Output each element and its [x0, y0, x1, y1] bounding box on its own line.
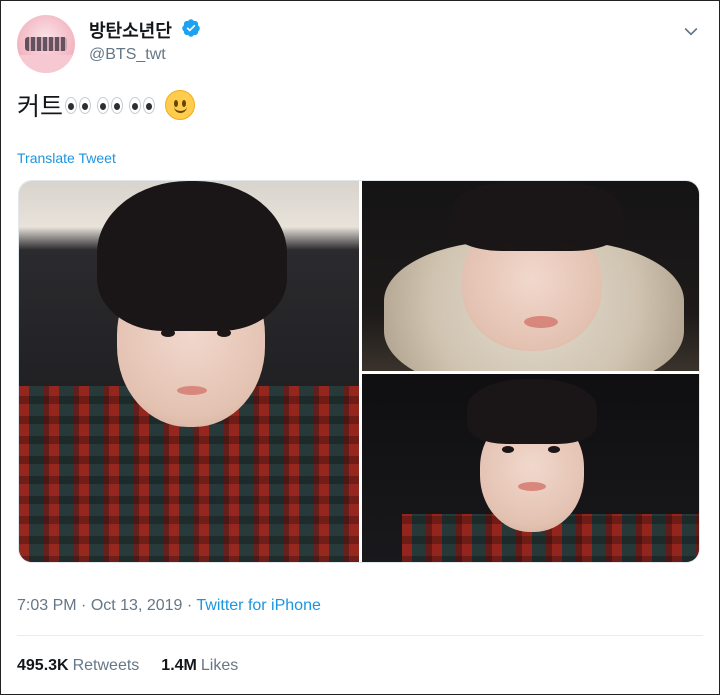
translate-tweet-link[interactable]: Translate Tweet: [17, 150, 116, 166]
retweets-count: 495.3K: [17, 657, 69, 674]
retweets-label: Retweets: [72, 657, 140, 674]
engagement-stats: 495.3K Retweets 1.4M Likes: [17, 657, 238, 675]
photo-1[interactable]: [19, 181, 359, 562]
tweet-text-body: 커트: [17, 93, 64, 121]
likes-label: Likes: [200, 657, 239, 674]
tweet-source-link[interactable]: Twitter for iPhone: [196, 597, 321, 614]
tweet-date[interactable]: Oct 13, 2019: [91, 597, 183, 614]
retweets-stat[interactable]: 495.3K Retweets: [17, 657, 139, 675]
tweet-time[interactable]: 7:03 PM: [17, 597, 77, 614]
user-handle[interactable]: @BTS_twt: [89, 46, 166, 64]
verified-badge-icon: [182, 19, 200, 37]
photo-3[interactable]: [362, 374, 699, 562]
eyes-icon: [129, 96, 156, 114]
eyes-icon: [65, 96, 92, 114]
likes-stat[interactable]: 1.4M Likes: [161, 657, 238, 675]
media-grid: [18, 180, 700, 563]
meta-separator: ·: [182, 597, 197, 614]
eyes-icon: [97, 96, 124, 114]
tweet-text: 커트: [17, 87, 196, 123]
avatar-group-photo: [25, 37, 67, 51]
avatar[interactable]: [17, 15, 75, 73]
chevron-down-icon[interactable]: [681, 21, 701, 41]
divider: [17, 635, 703, 636]
avatar-floor: [17, 55, 75, 73]
display-name[interactable]: 방탄소년단: [89, 17, 172, 43]
tweet-meta: 7:03 PM · Oct 13, 2019 · Twitter for iPh…: [17, 597, 321, 615]
meta-separator: ·: [76, 597, 91, 614]
photo-2[interactable]: [362, 181, 699, 371]
slightly-smiling-face-icon: [165, 90, 196, 120]
tweet-card: 방탄소년단 @BTS_twt 커트 Translate Tweet 7:03 P…: [0, 0, 720, 695]
likes-count: 1.4M: [161, 657, 197, 674]
